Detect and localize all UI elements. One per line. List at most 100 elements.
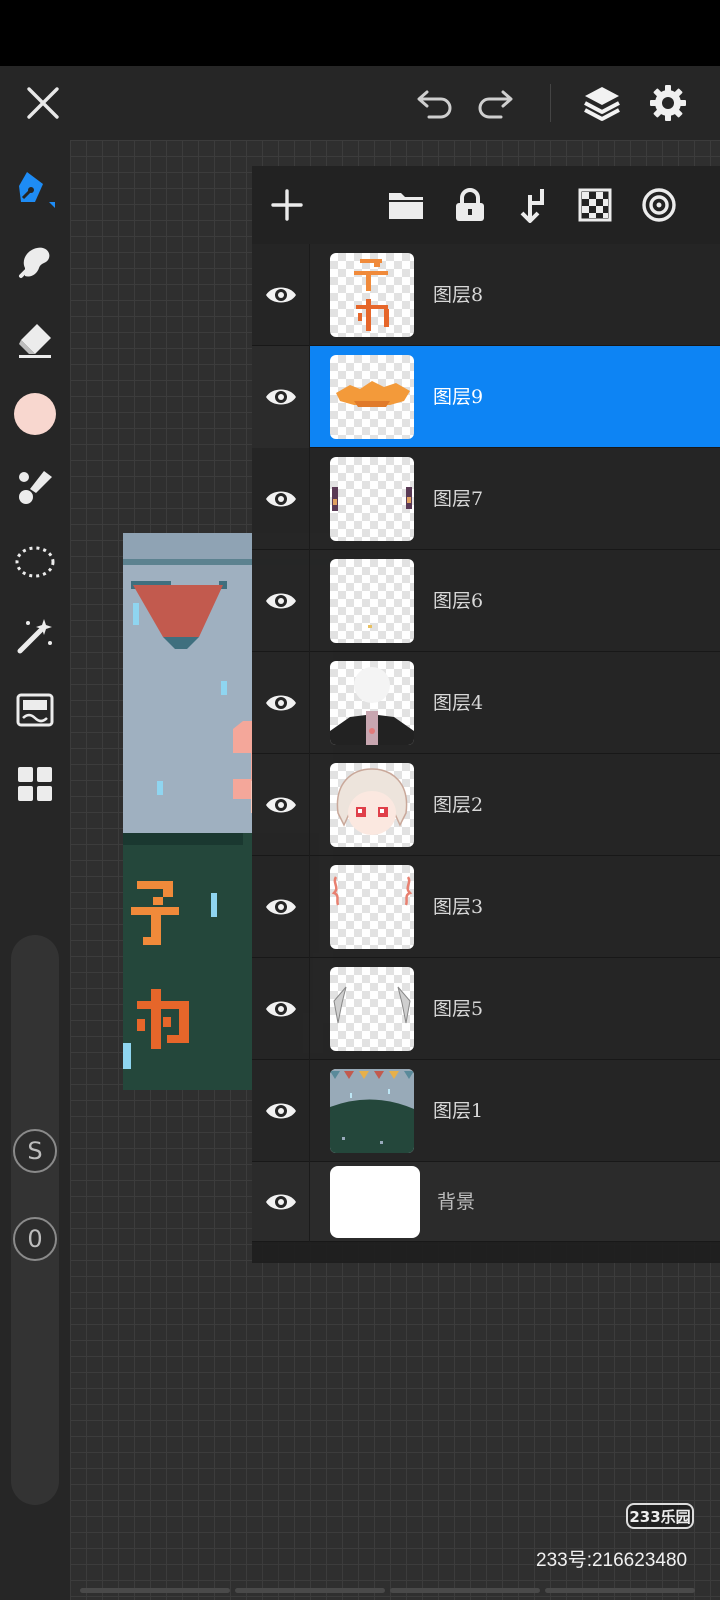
close-icon	[27, 87, 59, 119]
background-layer-row[interactable]: 背景	[252, 1162, 720, 1242]
color-picker[interactable]	[0, 384, 70, 444]
layer-thumbnail	[330, 763, 414, 847]
magic-wand-tool[interactable]	[0, 606, 70, 666]
pen-icon	[19, 172, 55, 208]
layer-name: 图层8	[433, 284, 484, 306]
layers-panel: 图层8 图层9 图层7 图层6 图层4 图层2 图层3 图层5 图层1 背景	[252, 166, 720, 1263]
eye-icon	[265, 287, 296, 303]
visibility-toggle[interactable]	[252, 1162, 310, 1242]
eraser-icon	[19, 324, 51, 358]
layer-name: 图层5	[433, 998, 484, 1020]
layer-row[interactable]: 图层4	[252, 652, 720, 754]
layer-name: 背景	[437, 1191, 476, 1213]
current-color-swatch	[14, 393, 56, 435]
redo-button[interactable]	[470, 66, 520, 140]
transparency-icon	[578, 188, 612, 222]
watermark-id: 233号:216623480	[536, 1550, 688, 1571]
layer-row-selected[interactable]: 图层9	[252, 346, 720, 448]
layers-button[interactable]	[576, 66, 628, 140]
smudge-icon	[19, 247, 50, 278]
lasso-select-tool[interactable]	[0, 532, 70, 592]
eye-icon	[265, 899, 296, 915]
layer-thumbnail	[330, 661, 414, 745]
opacity-badge[interactable]: 0	[13, 1217, 57, 1261]
eye-icon	[265, 1103, 296, 1119]
merge-down-button[interactable]	[506, 178, 560, 232]
undo-button[interactable]	[410, 66, 460, 140]
eye-icon	[265, 1194, 296, 1210]
paintbrush-icon	[19, 471, 52, 504]
layer-thumbnail	[330, 355, 414, 439]
visibility-toggle[interactable]	[252, 448, 310, 550]
layer-thumbnail	[330, 253, 414, 337]
layer-name: 图层6	[433, 590, 484, 612]
layer-row[interactable]: 图层6	[252, 550, 720, 652]
layer-thumbnail	[330, 1166, 420, 1238]
transparency-lock-button[interactable]	[568, 178, 622, 232]
visibility-toggle[interactable]	[252, 754, 310, 856]
layer-row[interactable]: 图层3	[252, 856, 720, 958]
layer-thumbnail	[330, 457, 414, 541]
visibility-toggle[interactable]	[252, 550, 310, 652]
blend-mode-button[interactable]	[632, 178, 686, 232]
lock-layer-button[interactable]	[443, 178, 497, 232]
add-group-button[interactable]	[379, 178, 433, 232]
layer-thumbnail	[330, 559, 414, 643]
layer-row[interactable]: 图层2	[252, 754, 720, 856]
layer-name: 图层3	[433, 896, 484, 918]
eye-icon	[265, 593, 296, 609]
eye-icon	[265, 389, 296, 405]
visibility-toggle[interactable]	[252, 244, 310, 346]
add-icon	[271, 189, 303, 221]
gear-icon	[650, 85, 686, 121]
adjustments-tool[interactable]	[0, 680, 70, 740]
layers-icon	[584, 87, 620, 121]
layer-name: 图层2	[433, 794, 484, 816]
status-bar	[0, 0, 720, 66]
left-toolbar: S 0	[0, 140, 70, 1600]
layer-row[interactable]: 图层5	[252, 958, 720, 1060]
layer-row[interactable]: 图层8	[252, 244, 720, 346]
layers-panel-header	[252, 166, 720, 244]
add-layer-button[interactable]	[260, 178, 314, 232]
eye-icon	[265, 491, 296, 507]
visibility-toggle[interactable]	[252, 652, 310, 754]
fill-brush-tool[interactable]	[0, 458, 70, 518]
redo-icon	[478, 90, 513, 119]
layer-name: 图层1	[433, 1100, 484, 1122]
magic-wand-icon	[17, 619, 52, 654]
toolbar-divider	[550, 84, 551, 122]
eye-icon	[265, 1001, 296, 1017]
layer-row[interactable]: 图层1	[252, 1060, 720, 1162]
watermark-logo: 233乐园	[626, 1503, 694, 1529]
layer-thumbnail	[330, 865, 414, 949]
eye-icon	[265, 797, 296, 813]
visibility-toggle[interactable]	[252, 958, 310, 1060]
merge-down-icon	[520, 189, 544, 223]
folder-icon	[389, 193, 423, 219]
layer-row[interactable]: 图层7	[252, 448, 720, 550]
layer-thumbnail	[330, 967, 414, 1051]
top-toolbar	[0, 66, 720, 140]
lasso-icon	[15, 546, 55, 578]
grid-menu-tool[interactable]	[0, 754, 70, 814]
layer-name: 图层4	[433, 692, 484, 714]
settings-button[interactable]	[640, 66, 696, 140]
stabilizer-badge[interactable]: S	[13, 1129, 57, 1173]
lock-icon	[456, 188, 484, 221]
close-button[interactable]	[18, 66, 68, 140]
brush-tool[interactable]	[0, 158, 70, 218]
layer-name: 图层9	[433, 386, 484, 408]
smudge-tool[interactable]	[0, 232, 70, 292]
visibility-toggle[interactable]	[252, 856, 310, 958]
blend-icon	[642, 188, 676, 222]
layer-thumbnail	[330, 1069, 414, 1153]
eye-icon	[265, 695, 296, 711]
image-adjust-icon	[16, 693, 54, 727]
layer-name: 图层7	[433, 488, 484, 510]
visibility-toggle[interactable]	[252, 346, 310, 448]
eraser-tool[interactable]	[0, 310, 70, 370]
grid-icon	[18, 767, 52, 801]
visibility-toggle[interactable]	[252, 1060, 310, 1162]
undo-icon	[417, 90, 452, 119]
